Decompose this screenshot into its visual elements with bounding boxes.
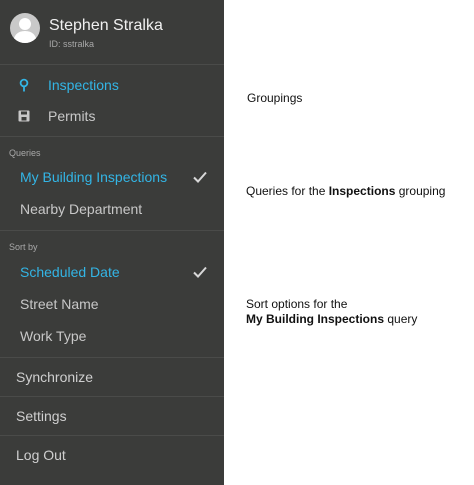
sort-street-name[interactable]: Street Name <box>0 289 224 319</box>
annotation-text: grouping <box>395 184 446 198</box>
annotation-groupings-text: Groupings <box>247 91 303 105</box>
checkmark-icon <box>192 264 208 280</box>
annotation-text: Queries for the <box>246 184 329 198</box>
queries-section-title: Queries <box>9 148 41 158</box>
sort-label: Street Name <box>20 296 99 312</box>
user-id: ID: sstralka <box>49 39 95 49</box>
location-pin-icon <box>17 78 31 92</box>
log-out-label: Log Out <box>16 447 66 463</box>
query-nearby-department[interactable]: Nearby Department <box>0 194 224 224</box>
query-my-building-inspections[interactable]: My Building Inspections <box>0 162 224 192</box>
checkmark-icon <box>192 169 208 185</box>
query-label: Nearby Department <box>20 201 143 217</box>
divider <box>0 435 224 436</box>
sort-label: Scheduled Date <box>20 264 120 280</box>
floppy-disk-icon <box>17 109 31 123</box>
user-profile-header: Stephen Stralka ID: sstralka <box>0 0 224 65</box>
grouping-inspections-label: Inspections <box>48 77 119 93</box>
sort-scheduled-date[interactable]: Scheduled Date <box>0 257 224 287</box>
sort-label: Work Type <box>20 328 87 344</box>
divider <box>0 136 224 137</box>
settings-label: Settings <box>16 408 67 424</box>
query-label: My Building Inspections <box>20 169 168 185</box>
synchronize-button[interactable]: Synchronize <box>0 359 224 395</box>
sort-work-type[interactable]: Work Type <box>0 321 224 351</box>
annotation-groupings: Groupings <box>247 91 302 106</box>
annotation-text: query <box>384 312 418 326</box>
divider <box>0 396 224 397</box>
divider <box>0 230 224 231</box>
annotation-text: Sort options for the <box>246 297 348 311</box>
navigation-drawer: Stephen Stralka ID: sstralka Inspections… <box>0 0 224 485</box>
synchronize-label: Synchronize <box>16 369 94 385</box>
log-out-button[interactable]: Log Out <box>0 437 224 473</box>
annotation-queries: Queries for the Inspections grouping <box>246 184 445 199</box>
settings-button[interactable]: Settings <box>0 398 224 434</box>
annotation-bold-text: My Building Inspections <box>246 312 385 326</box>
divider <box>0 357 224 358</box>
grouping-permits[interactable]: Permits <box>0 101 224 131</box>
grouping-permits-label: Permits <box>48 108 96 124</box>
grouping-inspections[interactable]: Inspections <box>0 70 224 100</box>
sort-section-title: Sort by <box>9 242 38 252</box>
annotation-bold-text: Inspections <box>328 184 396 198</box>
annotation-sort: Sort options for the My Building Inspect… <box>246 297 417 327</box>
user-avatar-icon <box>10 13 40 43</box>
user-name: Stephen Stralka <box>49 17 163 34</box>
